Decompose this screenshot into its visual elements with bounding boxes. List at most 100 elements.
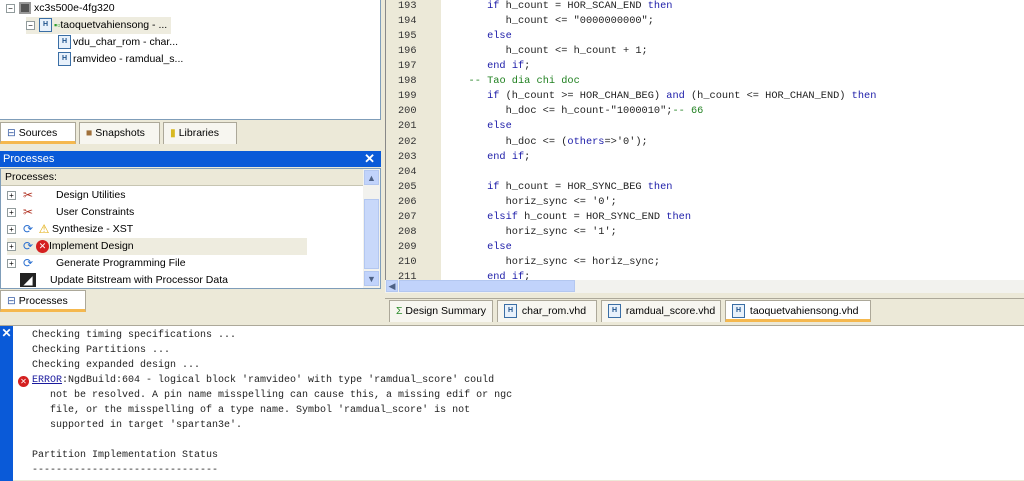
code-line: h_doc <= h_count-"1000010";-- 66 (450, 105, 704, 118)
console-line: ------------------------------- (32, 465, 219, 476)
scroll-left-button[interactable]: ◀ (386, 280, 398, 292)
error-icon: ✕ (18, 376, 29, 387)
console-line: file, or the misspelling of a type name.… (32, 405, 471, 416)
tree-item-child[interactable]: Hvdu_char_rom - char... (58, 34, 178, 51)
line-number: 207 (398, 210, 417, 223)
line-number: 205 (398, 180, 417, 193)
expand-icon[interactable]: + (7, 241, 16, 251)
line-number: 200 (398, 105, 417, 118)
console-line: Checking expanded design ... (32, 360, 201, 371)
processes-column-header: Processes: (1, 169, 364, 186)
error-link[interactable]: ERROR (32, 375, 62, 386)
scroll-up-button[interactable]: ▲ (364, 170, 379, 185)
code-line: h_doc <= (others=>'0'); (450, 135, 648, 148)
collapse-icon[interactable]: − (26, 20, 35, 30)
console-panel[interactable]: ✕ Checking timing specifications ... Che… (0, 325, 1024, 481)
editor-horizontal-scrollbar[interactable]: ◀ (385, 280, 1024, 293)
console-line: Checking Partitions ... (32, 345, 171, 356)
line-number: 208 (398, 225, 417, 238)
line-number: 209 (398, 240, 417, 253)
code-line: else (487, 30, 512, 43)
code-line: else (487, 240, 512, 253)
code-line: if (h_count >= HOR_CHAN_BEG) and (h_coun… (487, 90, 877, 103)
vhdl-file-icon: H (504, 304, 517, 319)
processes-tabs: ⊟ Processes (0, 290, 381, 312)
line-number: 198 (398, 75, 417, 88)
expand-icon[interactable]: + (7, 224, 16, 234)
console-line: Checking timing specifications ... (32, 330, 237, 341)
vhdl-file-icon: H (58, 35, 71, 50)
code-line: horiz_sync <= horiz_sync; (450, 256, 661, 269)
line-number: 210 (398, 256, 417, 269)
tab-ramdual-score[interactable]: H ramdual_score.vhd (601, 300, 721, 322)
line-number: 204 (398, 165, 417, 178)
collapse-icon[interactable]: − (6, 3, 15, 13)
process-item[interactable]: + ✂ User Constraints (7, 204, 134, 221)
tab-design-summary[interactable]: Σ Design Summary (389, 300, 493, 322)
bitstream-icon: ◢ (20, 273, 36, 288)
code-line: else (487, 120, 512, 133)
code-line: -- Tao dia chi doc (468, 75, 580, 88)
process-item[interactable]: + ⟳ Generate Programming File (7, 255, 186, 272)
line-number: 202 (398, 135, 417, 148)
expand-icon[interactable]: + (7, 207, 16, 217)
sources-tree[interactable]: − xc3s500e-4fg320 − H ▪▫taoquetvahiensong -… (0, 0, 381, 120)
tab-sources[interactable]: ⊟ Sources (0, 122, 76, 144)
tab-snapshots[interactable]: ■ Snapshots (79, 122, 160, 144)
line-number: 194 (398, 15, 417, 28)
tab-char-rom[interactable]: H char_rom.vhd (497, 300, 597, 322)
tools-icon: ✂ (22, 205, 34, 220)
line-number: 195 (398, 30, 417, 43)
error-icon: ✕ (36, 239, 49, 253)
line-number: 206 (398, 195, 417, 208)
run-icon: ⟳ (22, 222, 34, 237)
console-line: Partition Implementation Status (32, 450, 219, 461)
scroll-thumb[interactable] (364, 199, 379, 269)
vhdl-file-icon: H (39, 18, 52, 33)
process-item[interactable]: + ✂ Design Utilities (7, 187, 125, 204)
tree-item-device[interactable]: − xc3s500e-4fg320 (6, 0, 115, 17)
camera-icon: ■ (86, 127, 93, 139)
line-number: 193 (398, 0, 417, 12)
warning-icon: ⚠ (38, 222, 50, 237)
vhdl-file-icon: H (58, 52, 71, 67)
tab-libraries[interactable]: ▮ Libraries (163, 122, 237, 144)
scroll-down-button[interactable]: ▼ (364, 271, 379, 286)
editor-tabs: Σ Design Summary H char_rom.vhd H ramdua… (385, 298, 1024, 322)
tab-taoquetvahiensong[interactable]: H taoquetvahiensong.vhd (725, 300, 871, 322)
vhdl-file-icon: H (608, 304, 621, 319)
sigma-icon: Σ (396, 305, 403, 317)
line-number: 201 (398, 120, 417, 133)
tree-item-child[interactable]: Hramvideo - ramdual_s... (58, 51, 183, 68)
sources-tabs: ⊟ Sources ■ Snapshots ▮ Libraries (0, 122, 381, 144)
process-item-selected[interactable]: + ⟳ ✕ Implement Design (7, 238, 307, 255)
tools-icon: ✂ (22, 188, 34, 203)
close-icon[interactable]: ✕ (1, 326, 11, 340)
close-icon[interactable]: ✕ (364, 151, 375, 167)
code-line: if h_count = HOR_SCAN_END then (487, 0, 673, 12)
line-number: 199 (398, 90, 417, 103)
code-line: h_count <= h_count + 1; (450, 45, 648, 58)
processes-list[interactable]: Processes: + ✂ Design Utilities + ✂ User Con… (0, 168, 381, 289)
processes-scrollbar[interactable]: ▲ ▼ (363, 169, 380, 288)
expand-icon[interactable]: + (7, 258, 16, 268)
run-icon: ⟳ (22, 256, 34, 271)
vhdl-file-icon: H (732, 304, 745, 319)
code-line: h_count <= "0000000000"; (450, 15, 654, 28)
code-line: elsif h_count = HOR_SYNC_END then (487, 210, 692, 223)
tree-item-top-module[interactable]: − H ▪▫taoquetvahiensong - ... (26, 17, 172, 34)
scroll-thumb[interactable] (399, 280, 575, 292)
code-line: horiz_sync <= '1'; (450, 225, 617, 238)
left-panel: − xc3s500e-4fg320 − H ▪▫taoquetvahiensong -… (0, 0, 384, 322)
code-line: end if; (487, 150, 531, 163)
processes-panel-header: Processes ✕ (0, 151, 381, 167)
code-line: end if; (487, 60, 531, 73)
code-editor[interactable]: 193 if h_count = HOR_SCAN_END then 194 h_… (385, 0, 1024, 283)
expand-icon[interactable]: + (7, 190, 16, 200)
process-item[interactable]: ◢ Update Bitstream with Processor Data (20, 272, 228, 289)
code-line: horiz_sync <= '0'; (450, 195, 617, 208)
tab-processes[interactable]: ⊟ Processes (0, 290, 86, 312)
process-item[interactable]: + ⟳ ⚠ Synthesize - XST (7, 221, 133, 238)
console-error-line: ERROR:NgdBuild:604 - logical block 'ramv… (32, 375, 495, 386)
run-icon: ⟳ (22, 239, 34, 254)
